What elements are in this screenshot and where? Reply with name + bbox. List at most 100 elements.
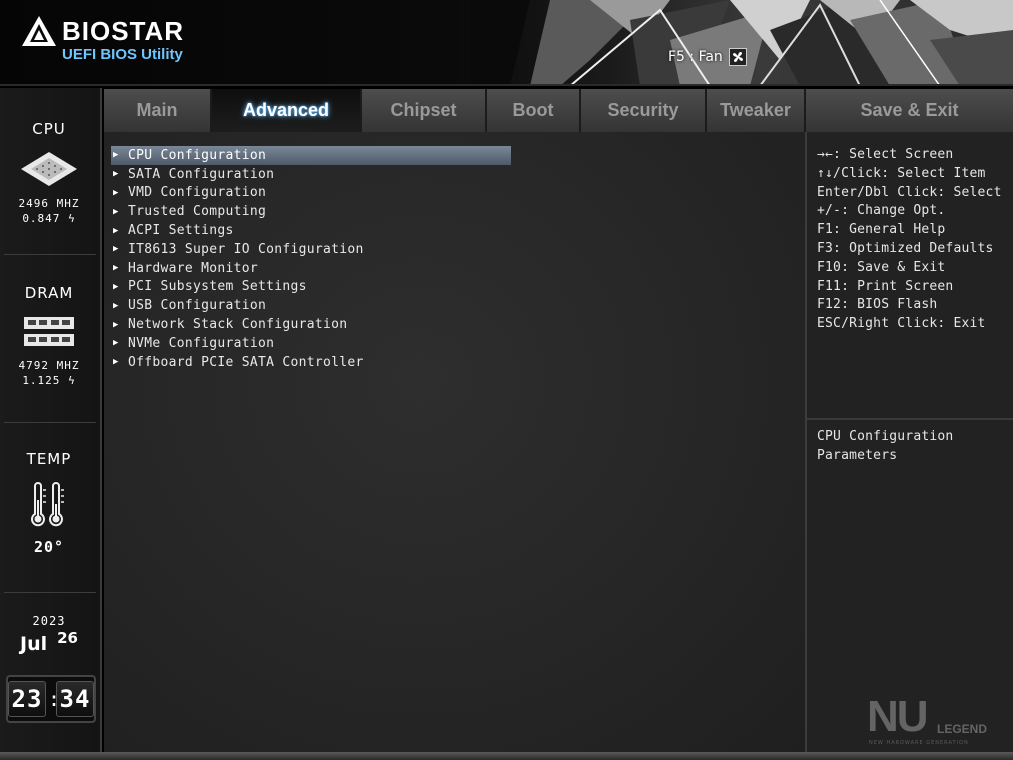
submenu-arrow-icon: ▶ <box>113 244 119 255</box>
help-key-line: +/-: Change Opt. <box>817 203 946 219</box>
help-key-line: F12: BIOS Flash <box>817 297 938 313</box>
fan-icon <box>728 48 747 66</box>
tab-chipset[interactable]: Chipset <box>362 89 487 132</box>
menu-item-offboard-pcie-sata-controller[interactable]: ▶ Offboard PCIe SATA Controller <box>111 353 511 372</box>
submenu-arrow-icon: ▶ <box>113 150 119 161</box>
dram-frequency: 4792 MHZ <box>18 359 80 372</box>
menu-item-label: USB Configuration <box>128 298 267 314</box>
brand-name: BIOSTAR <box>62 15 185 46</box>
help-key-line: Enter/Dbl Click: Select <box>817 184 1002 200</box>
tab-advanced[interactable]: Advanced <box>212 89 362 132</box>
menu-item-label: VMD Configuration <box>128 185 267 201</box>
help-key-line: F10: Save & Exit <box>817 259 946 275</box>
temp-status: TEMP 20° <box>0 450 98 555</box>
watermark-logo: NU LEGEND NEW HARDWARE GENERATION <box>867 692 1012 750</box>
help-key-line: ↑↓/Click: Select Item <box>817 165 986 181</box>
menu-item-network-stack-configuration[interactable]: ▶ Network Stack Configuration <box>111 315 511 334</box>
help-key-line: F1: General Help <box>817 222 946 238</box>
menu-item-trusted-computing[interactable]: ▶ Trusted Computing <box>111 202 511 221</box>
menu-item-vmd-configuration[interactable]: ▶ VMD Configuration <box>111 184 511 203</box>
date-display: 2023 Jul 26 <box>0 614 98 655</box>
menu-item-label: IT8613 Super IO Configuration <box>128 241 364 257</box>
dram-title: DRAM <box>24 284 74 302</box>
description-line: CPU Configuration <box>817 429 954 444</box>
submenu-arrow-icon: ▶ <box>113 319 119 330</box>
cpu-frequency: 2496 MHZ <box>18 197 80 210</box>
clock: 23 : 34 <box>6 675 96 723</box>
voltage-bolt-icon: ϟ <box>68 374 76 387</box>
dram-module-icon <box>22 314 76 350</box>
item-description: CPU Configuration Parameters <box>817 428 1007 466</box>
tab-boot[interactable]: Boot <box>487 89 581 132</box>
watermark-subtext: NEW HARDWARE GENERATION <box>869 740 969 746</box>
sidebar-divider <box>4 422 96 423</box>
tab-save-exit[interactable]: Save & Exit <box>806 89 1013 132</box>
menu-item-usb-configuration[interactable]: ▶ USB Configuration <box>111 296 511 315</box>
clock-minutes: 34 <box>56 681 94 717</box>
help-key-line: →←: Select Screen <box>817 147 954 162</box>
header-divider <box>0 84 1013 86</box>
menu-item-sata-configuration[interactable]: ▶ SATA Configuration <box>111 165 511 184</box>
submenu-arrow-icon: ▶ <box>113 357 119 368</box>
menu-item-pci-subsystem-settings[interactable]: ▶ PCI Subsystem Settings <box>111 278 511 297</box>
description-line: Parameters <box>817 447 898 463</box>
submenu-arrow-icon: ▶ <box>113 206 119 217</box>
submenu-arrow-icon: ▶ <box>113 263 119 274</box>
date-row: Jul 26 <box>0 629 98 655</box>
date-month: Jul <box>20 633 48 655</box>
dram-status: DRAM 4792 MHZ 1.125 ϟ <box>0 284 98 388</box>
bottom-bar <box>0 752 1013 760</box>
fan-button-label: F5 : Fan <box>668 49 723 65</box>
sidebar-divider <box>4 592 96 593</box>
header-crystal-art <box>470 0 1013 86</box>
status-sidebar: CPU 2496 MHZ 0.847 ϟ DRAM 4792 MHZ 1.125… <box>0 88 102 760</box>
header: BIOSTAR UEFI BIOS Utility F5 : Fan <box>0 0 1013 86</box>
main-panel: ▶ CPU Configuration ▶ SATA Configuration ▶… <box>104 132 805 752</box>
menu-item-hardware-monitor[interactable]: ▶ Hardware Monitor <box>111 259 511 278</box>
dram-voltage: 1.125 ϟ <box>22 374 76 387</box>
help-divider <box>807 418 1013 420</box>
menu-item-label: CPU Configuration <box>128 147 267 163</box>
brand: BIOSTAR UEFI BIOS Utility <box>20 14 184 63</box>
help-key-line: F11: Print Screen <box>817 278 954 294</box>
clock-colon: : <box>48 687 61 711</box>
watermark-legend: LEGEND <box>937 722 988 736</box>
menu-item-cpu-configuration[interactable]: ▶ CPU Configuration <box>111 146 511 165</box>
menu-item-label: Hardware Monitor <box>128 260 259 276</box>
menu-item-label: ACPI Settings <box>128 223 234 239</box>
temp-title: TEMP <box>26 450 72 468</box>
submenu-arrow-icon: ▶ <box>113 169 119 180</box>
menu-item-label: Trusted Computing <box>128 204 267 220</box>
clock-hours: 23 <box>8 681 46 717</box>
tab-security[interactable]: Security <box>581 89 707 132</box>
biostar-logo-icon <box>22 16 56 46</box>
menu-item-super-io-configuration[interactable]: ▶ IT8613 Super IO Configuration <box>111 240 511 259</box>
fan-button[interactable]: F5 : Fan <box>668 46 747 68</box>
menu-item-nvme-configuration[interactable]: ▶ NVMe Configuration <box>111 334 511 353</box>
help-key-line: F3: Optimized Defaults <box>817 240 994 256</box>
submenu-arrow-icon: ▶ <box>113 338 119 349</box>
cpu-title: CPU <box>32 120 66 138</box>
advanced-menu: ▶ CPU Configuration ▶ SATA Configuration ▶… <box>111 146 511 372</box>
menu-item-label: Offboard PCIe SATA Controller <box>128 354 364 370</box>
cpu-status: CPU 2496 MHZ 0.847 ϟ <box>0 120 98 226</box>
submenu-arrow-icon: ▶ <box>113 225 119 236</box>
cpu-voltage: 0.847 ϟ <box>22 212 76 225</box>
sidebar-divider <box>4 254 96 255</box>
date-year: 2023 <box>32 614 66 628</box>
date-day: 26 <box>57 629 78 647</box>
tab-main[interactable]: Main <box>104 89 212 132</box>
key-help-list: →←: Select Screen ↑↓/Click: Select Item … <box>817 146 1002 334</box>
menu-item-label: PCI Subsystem Settings <box>128 279 307 295</box>
tab-tweaker[interactable]: Tweaker <box>707 89 806 132</box>
menu-item-acpi-settings[interactable]: ▶ ACPI Settings <box>111 221 511 240</box>
brand-logo: BIOSTAR <box>20 14 184 48</box>
thermometer-icon <box>27 482 71 530</box>
submenu-arrow-icon: ▶ <box>113 187 119 198</box>
submenu-arrow-icon: ▶ <box>113 281 119 292</box>
help-key-line: ESC/Right Click: Exit <box>817 316 986 332</box>
help-panel: →←: Select Screen ↑↓/Click: Select Item … <box>805 132 1013 752</box>
menu-item-label: Network Stack Configuration <box>128 317 348 333</box>
cpu-chip-icon <box>19 150 79 188</box>
menu-item-label: SATA Configuration <box>128 166 275 182</box>
